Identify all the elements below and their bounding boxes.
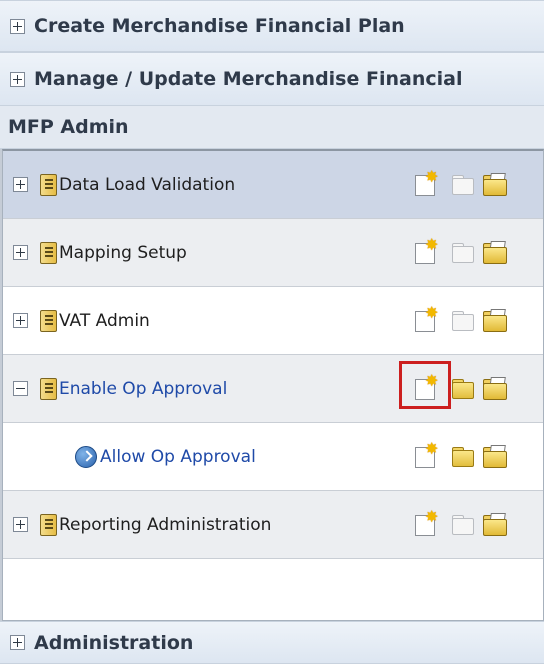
accordion-administration-label: Administration [34,631,194,654]
open-workbook-icon[interactable] [451,308,477,334]
accordion-manage-plan[interactable]: Manage / Update Merchandise Financial [0,52,544,106]
task-row-reporting-administration[interactable]: Reporting Administration ✸ [3,491,543,559]
task-list: Data Load Validation ✸ Mapping Setup ✸ V… [2,149,544,621]
task-document-icon [40,241,57,264]
open-workbook-icon[interactable] [451,444,477,470]
accordion-administration[interactable]: Administration [0,621,544,664]
browse-folder-icon[interactable] [483,240,509,266]
task-row-vat-admin[interactable]: VAT Admin ✸ [3,287,543,355]
accordion-create-plan[interactable]: Create Merchandise Financial Plan [0,0,544,52]
task-row-enable-op-approval[interactable]: Enable Op Approval ✸ [3,355,543,423]
expand-icon[interactable] [13,245,28,260]
task-label[interactable]: Enable Op Approval [59,379,227,399]
open-workbook-icon[interactable] [451,240,477,266]
accordion-manage-plan-label: Manage / Update Merchandise Financial [34,68,463,90]
expand-icon[interactable] [13,177,28,192]
task-document-icon [40,309,57,332]
task-label[interactable]: Allow Op Approval [100,447,256,467]
open-workbook-icon[interactable] [451,376,477,402]
expand-icon[interactable] [10,635,25,650]
task-row-allow-op-approval[interactable]: Allow Op Approval ✸ [3,423,543,491]
task-document-icon [40,377,57,400]
open-workbook-icon[interactable] [451,512,477,538]
expand-icon[interactable] [10,71,25,87]
browse-folder-icon[interactable] [483,308,509,334]
browse-folder-icon[interactable] [483,172,509,198]
task-row-mapping-setup[interactable]: Mapping Setup ✸ [3,219,543,287]
browse-folder-icon[interactable] [483,444,509,470]
task-label[interactable]: Reporting Administration [59,515,271,535]
task-document-icon [40,173,57,196]
new-workbook-icon[interactable]: ✸ [413,168,439,198]
task-document-icon [40,513,57,536]
browse-folder-icon[interactable] [483,376,509,402]
task-label[interactable]: VAT Admin [59,311,150,331]
expand-icon[interactable] [13,313,28,328]
section-title-label: MFP Admin [8,116,129,138]
browse-folder-icon[interactable] [483,512,509,538]
task-label[interactable]: Mapping Setup [59,243,187,263]
accordion-create-plan-label: Create Merchandise Financial Plan [34,15,405,37]
highlight-box [399,361,451,409]
task-row-data-load-validation[interactable]: Data Load Validation ✸ [3,151,543,219]
new-workbook-icon[interactable]: ✸ [413,304,439,334]
open-workbook-icon[interactable] [451,172,477,198]
new-workbook-icon[interactable]: ✸ [413,440,439,470]
collapse-icon[interactable] [13,381,28,396]
arrow-circle-icon [75,445,97,468]
task-label[interactable]: Data Load Validation [59,175,235,195]
section-title[interactable]: MFP Admin [0,106,544,149]
new-workbook-icon[interactable]: ✸ [413,508,439,538]
expand-icon[interactable] [13,517,28,532]
expand-icon[interactable] [10,18,25,34]
new-workbook-icon[interactable]: ✸ [413,236,439,266]
